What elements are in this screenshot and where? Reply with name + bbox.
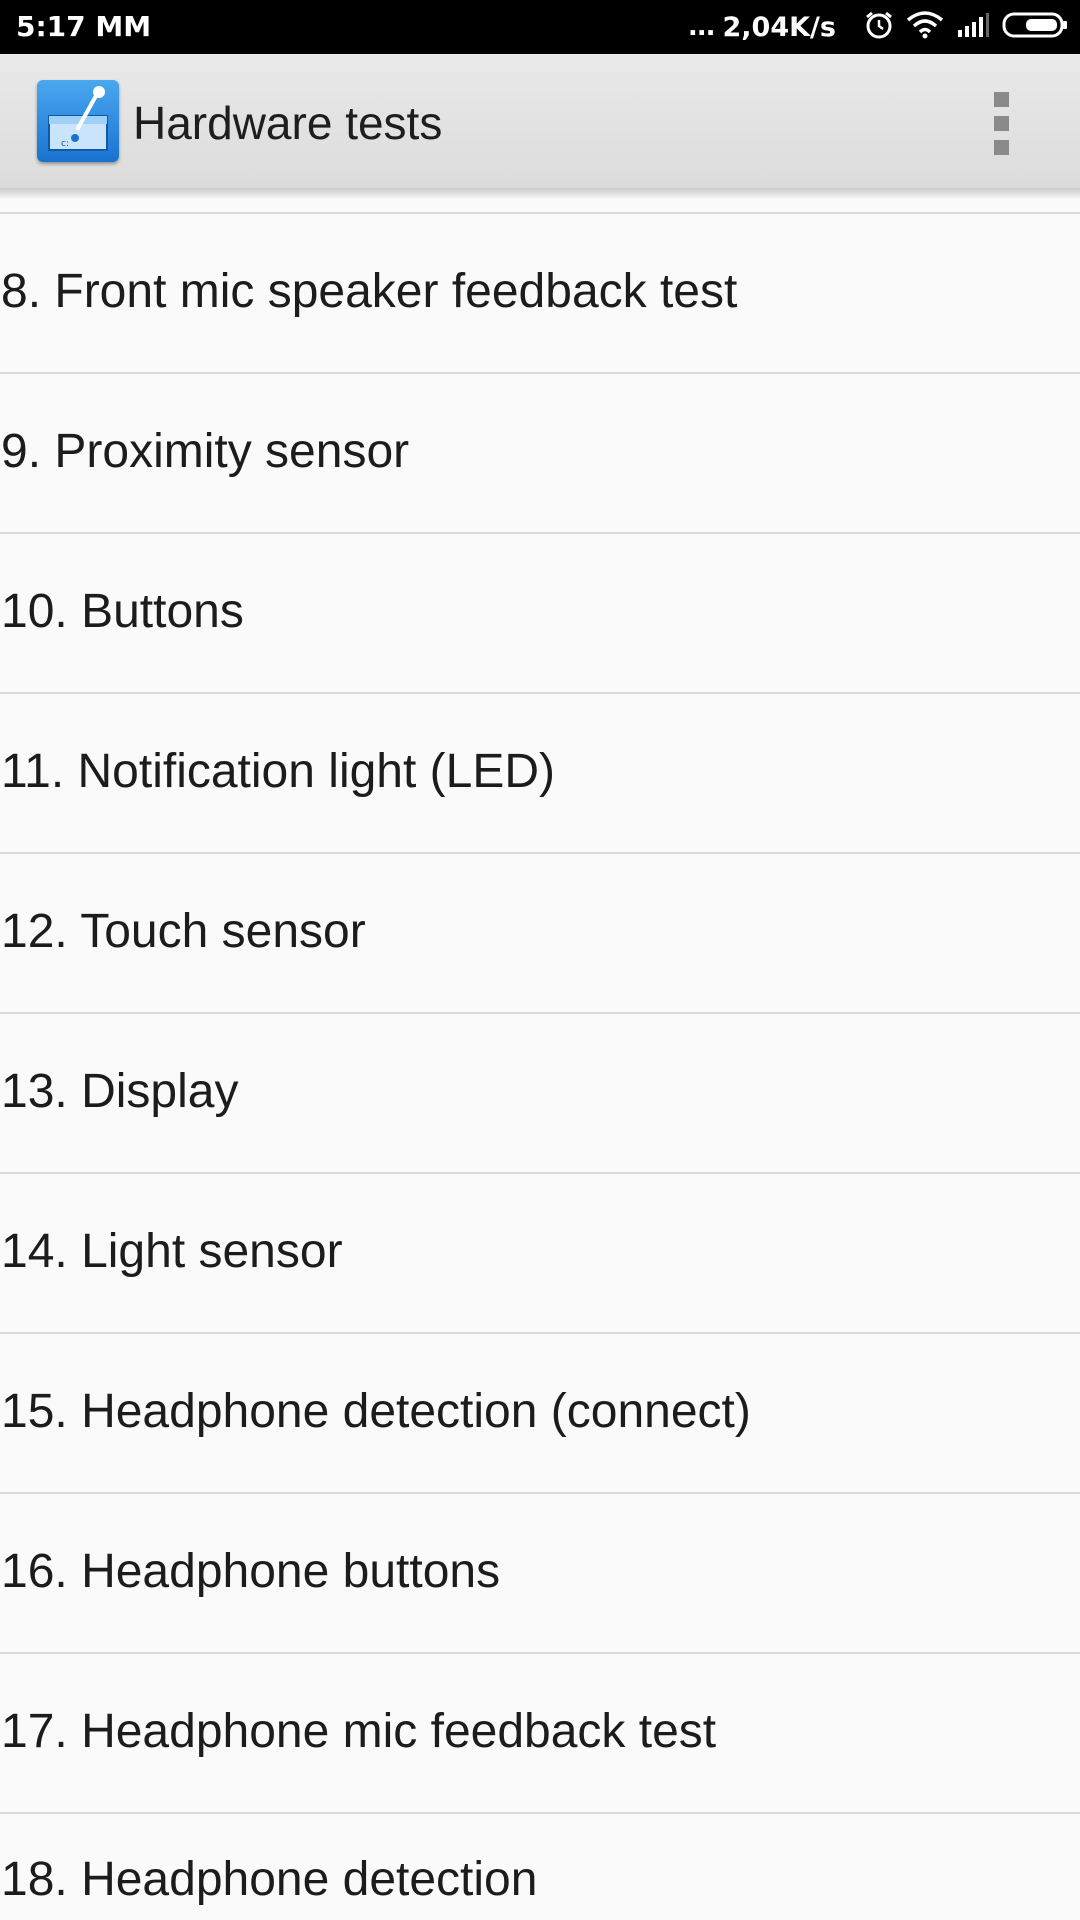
list-item-headphone-detection-disconnect[interactable]: 18. Headphone detection (disconnect)	[0, 1812, 1080, 1920]
list-item-label: 13. Display	[1, 1065, 239, 1118]
battery-icon	[1002, 11, 1068, 43]
list-item-label: 11. Notification light (LED)	[1, 745, 556, 798]
network-speed: 2,04K/s	[722, 11, 836, 43]
list-item-headphone-mic-feedback[interactable]: 17. Headphone mic feedback test	[0, 1652, 1080, 1812]
list-item-light-sensor[interactable]: 14. Light sensor	[0, 1172, 1080, 1332]
list-item-buttons[interactable]: 10. Buttons	[0, 532, 1080, 692]
list-item-notification-light[interactable]: 11. Notification light (LED)	[0, 692, 1080, 852]
list-item-proximity-sensor[interactable]: 9. Proximity sensor	[0, 372, 1080, 532]
status-bar: 5:17 MM ... 2,04K/s	[0, 0, 1080, 54]
wifi-icon	[906, 11, 944, 43]
list-item-label: 15. Headphone detection (connect)	[1, 1385, 751, 1438]
overflow-menu-icon[interactable]	[980, 88, 1024, 158]
list-item-label: 17. Headphone mic feedback test	[1, 1705, 717, 1758]
list-item-front-mic-speaker-feedback[interactable]: 8. Front mic speaker feedback test	[0, 212, 1080, 372]
list-item-touch-sensor[interactable]: 12. Touch sensor	[0, 852, 1080, 1012]
app-title: Hardware tests	[133, 97, 443, 149]
hardware-test-list: 8. Front mic speaker feedback test 9. Pr…	[0, 198, 1080, 1920]
app-bar-shadow	[0, 188, 1080, 198]
list-item-headphone-buttons[interactable]: 16. Headphone buttons	[0, 1492, 1080, 1652]
status-time: 5:17 MM	[16, 10, 152, 43]
status-icons: ... 2,04K/s	[688, 0, 1068, 54]
svg-text:c:: c:	[61, 139, 69, 149]
list-item-label: 10. Buttons	[1, 585, 244, 638]
list-item-label: 16. Headphone buttons	[1, 1545, 501, 1598]
list-item-label: 14. Light sensor	[1, 1225, 343, 1278]
alarm-icon	[864, 10, 894, 44]
list-item-headphone-detection-connect[interactable]: 15. Headphone detection (connect)	[0, 1332, 1080, 1492]
list-item-label: 9. Proximity sensor	[1, 425, 410, 478]
list-item-label: 8. Front mic speaker feedback test	[1, 265, 738, 318]
list-item-display[interactable]: 13. Display	[0, 1012, 1080, 1172]
status-more-dots: ...	[687, 12, 716, 42]
list-item-label: 18. Headphone detection (disconnect)	[1, 1853, 538, 1920]
hardware-tests-app-icon: c:	[37, 80, 119, 162]
list-item-label: 12. Touch sensor	[1, 905, 366, 958]
signal-icon	[956, 12, 990, 42]
